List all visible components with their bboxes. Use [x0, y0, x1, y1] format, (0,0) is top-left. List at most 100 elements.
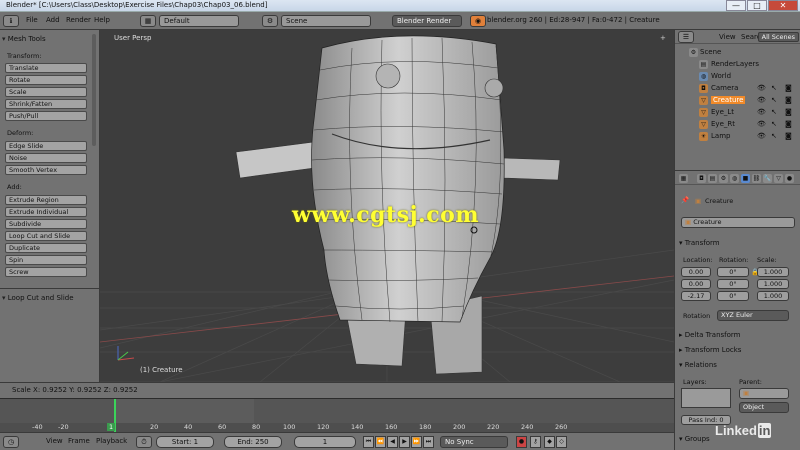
push-pull-button[interactable]: Push/Pull: [5, 111, 87, 121]
groups-header[interactable]: Groups: [679, 435, 710, 443]
screw-button[interactable]: Screw: [5, 267, 87, 277]
layout-select[interactable]: Default: [159, 15, 239, 27]
timeline-menu-view[interactable]: View: [46, 437, 63, 445]
editor-type-icon[interactable]: ℹ: [3, 15, 19, 27]
prev-key-button[interactable]: ⏪: [375, 436, 386, 448]
all-scenes-select[interactable]: All Scenes: [757, 32, 799, 42]
close-button[interactable]: ✕: [768, 0, 798, 11]
selectability-arrow-icon[interactable]: ↖: [771, 120, 777, 128]
rotation-z-field[interactable]: 0°: [717, 291, 749, 301]
visibility-eye-icon[interactable]: 👁: [757, 132, 766, 140]
play-button[interactable]: ▶: [399, 436, 410, 448]
outliner-row-lamp[interactable]: ☀ Lamp 👁 ↖ ◙: [675, 131, 800, 143]
start-frame-field[interactable]: Start: 1: [156, 436, 214, 448]
maximize-button[interactable]: □: [747, 0, 767, 11]
menu-help[interactable]: Help: [94, 16, 110, 24]
minimize-button[interactable]: —: [726, 0, 746, 11]
selectability-arrow-icon[interactable]: ↖: [771, 108, 777, 116]
edge-slide-button[interactable]: Edge Slide: [5, 141, 87, 151]
timeline-menu-frame[interactable]: Frame: [68, 437, 90, 445]
outliner-row-eye-rt[interactable]: ▽ Eye_Rt 👁 ↖ ◙: [675, 119, 800, 131]
screen-layout-icon[interactable]: ▦: [140, 15, 156, 27]
material-tab-icon[interactable]: ●: [785, 174, 794, 183]
add-region-icon[interactable]: +: [660, 34, 668, 42]
menu-render[interactable]: Render: [66, 16, 91, 24]
scale-y-field[interactable]: 1.000: [757, 279, 789, 289]
3d-viewport[interactable]: User Persp (1) Creature www.cgtsj.com +: [100, 30, 674, 382]
outliner-row-camera[interactable]: ◘ Camera 👁 ↖ ◙: [675, 83, 800, 95]
object-tab-icon[interactable]: ■: [741, 174, 750, 183]
parent-type-select[interactable]: Object: [739, 402, 789, 413]
scene-tab-icon[interactable]: ⚙: [719, 174, 728, 183]
next-key-button[interactable]: ⏩: [411, 436, 422, 448]
rotation-x-field[interactable]: 0°: [717, 267, 749, 277]
transform-locks-header[interactable]: Transform Locks: [679, 346, 742, 354]
render-camera-icon[interactable]: ◙: [785, 84, 792, 92]
delta-transform-header[interactable]: Delta Transform: [679, 331, 741, 339]
location-y-field[interactable]: 0.00: [681, 279, 711, 289]
delete-key-icon[interactable]: ◇: [556, 436, 567, 448]
smooth-vertex-button[interactable]: Smooth Vertex: [5, 165, 87, 175]
last-operator-header[interactable]: Loop Cut and Slide: [2, 294, 74, 305]
tool-shelf-scrollbar[interactable]: [92, 34, 96, 146]
render-camera-icon[interactable]: ◙: [785, 108, 792, 116]
constraints-tab-icon[interactable]: ⛓: [752, 174, 761, 183]
outliner-row-eye-lt[interactable]: ▽ Eye_Lt 👁 ↖ ◙: [675, 107, 800, 119]
relations-header[interactable]: Relations: [679, 361, 717, 369]
location-z-field[interactable]: -2.17: [681, 291, 711, 301]
visibility-eye-icon[interactable]: 👁: [757, 108, 766, 116]
keying-set-icon[interactable]: ⚷: [530, 436, 541, 448]
transform-panel-header[interactable]: Transform: [679, 239, 720, 247]
editor-type-icon[interactable]: ▦: [679, 174, 688, 183]
subdivide-button[interactable]: Subdivide: [5, 219, 87, 229]
mesh-tools-header[interactable]: Mesh Tools: [2, 35, 46, 46]
record-button[interactable]: ●: [516, 436, 527, 448]
rotation-y-field[interactable]: 0°: [717, 279, 749, 289]
current-frame-field[interactable]: 1: [294, 436, 356, 448]
selectability-arrow-icon[interactable]: ↖: [771, 84, 777, 92]
world-tab-icon[interactable]: ◍: [730, 174, 739, 183]
timeline-menu-playback[interactable]: Playback: [96, 437, 127, 445]
sync-mode-select[interactable]: No Sync: [440, 436, 508, 448]
shrink-fatten-button[interactable]: Shrink/Fatten: [5, 99, 87, 109]
menu-file[interactable]: File: [26, 16, 38, 24]
visibility-eye-icon[interactable]: 👁: [757, 96, 766, 104]
rotate-button[interactable]: Rotate: [5, 75, 87, 85]
extrude-individual-button[interactable]: Extrude Individual: [5, 207, 87, 217]
play-reverse-button[interactable]: ◀: [387, 436, 398, 448]
modifiers-tab-icon[interactable]: 🔧: [763, 174, 772, 183]
loop-cut-slide-button[interactable]: Loop Cut and Slide: [5, 231, 87, 241]
visibility-eye-icon[interactable]: 👁: [757, 84, 766, 92]
jump-end-button[interactable]: ⏭: [423, 436, 434, 448]
render-engine-select[interactable]: Blender Render: [392, 15, 462, 27]
timeline-editor-icon[interactable]: ◷: [3, 436, 19, 448]
scale-button[interactable]: Scale: [5, 87, 87, 97]
spin-button[interactable]: Spin: [5, 255, 87, 265]
visibility-eye-icon[interactable]: 👁: [757, 120, 766, 128]
rotation-mode-select[interactable]: XYZ Euler: [717, 310, 789, 321]
preview-range-icon[interactable]: ⏱: [136, 436, 152, 448]
menu-add[interactable]: Add: [46, 16, 60, 24]
render-camera-icon[interactable]: ◙: [785, 132, 792, 140]
duplicate-button[interactable]: Duplicate: [5, 243, 87, 253]
render-tab-icon[interactable]: ◘: [697, 174, 706, 183]
data-tab-icon[interactable]: ▽: [774, 174, 783, 183]
scene-select[interactable]: Scene: [281, 15, 371, 27]
render-camera-icon[interactable]: ◙: [785, 96, 792, 104]
outliner-editor-icon[interactable]: ☰: [678, 31, 694, 43]
pin-icon[interactable]: 📌: [681, 196, 689, 204]
location-x-field[interactable]: 0.00: [681, 267, 711, 277]
insert-key-icon[interactable]: ◆: [544, 436, 555, 448]
layers-grid[interactable]: [681, 388, 731, 408]
timeline-editor[interactable]: -40 -20 20 40 60 80 100 120 140 160 180 …: [0, 398, 674, 433]
scale-x-field[interactable]: 1.000: [757, 267, 789, 277]
translate-button[interactable]: Translate: [5, 63, 87, 73]
object-name-field[interactable]: ▣ Creature: [681, 217, 795, 228]
outliner-row-renderlayers[interactable]: ▤ RenderLayers: [675, 59, 800, 71]
render-layers-tab-icon[interactable]: ▤: [708, 174, 717, 183]
outliner-row-world[interactable]: ◍ World: [675, 71, 800, 83]
outliner-menu-view[interactable]: View: [719, 33, 736, 41]
render-camera-icon[interactable]: ◙: [785, 120, 792, 128]
end-frame-field[interactable]: End: 250: [224, 436, 282, 448]
scene-icon[interactable]: ⚙: [262, 15, 278, 27]
